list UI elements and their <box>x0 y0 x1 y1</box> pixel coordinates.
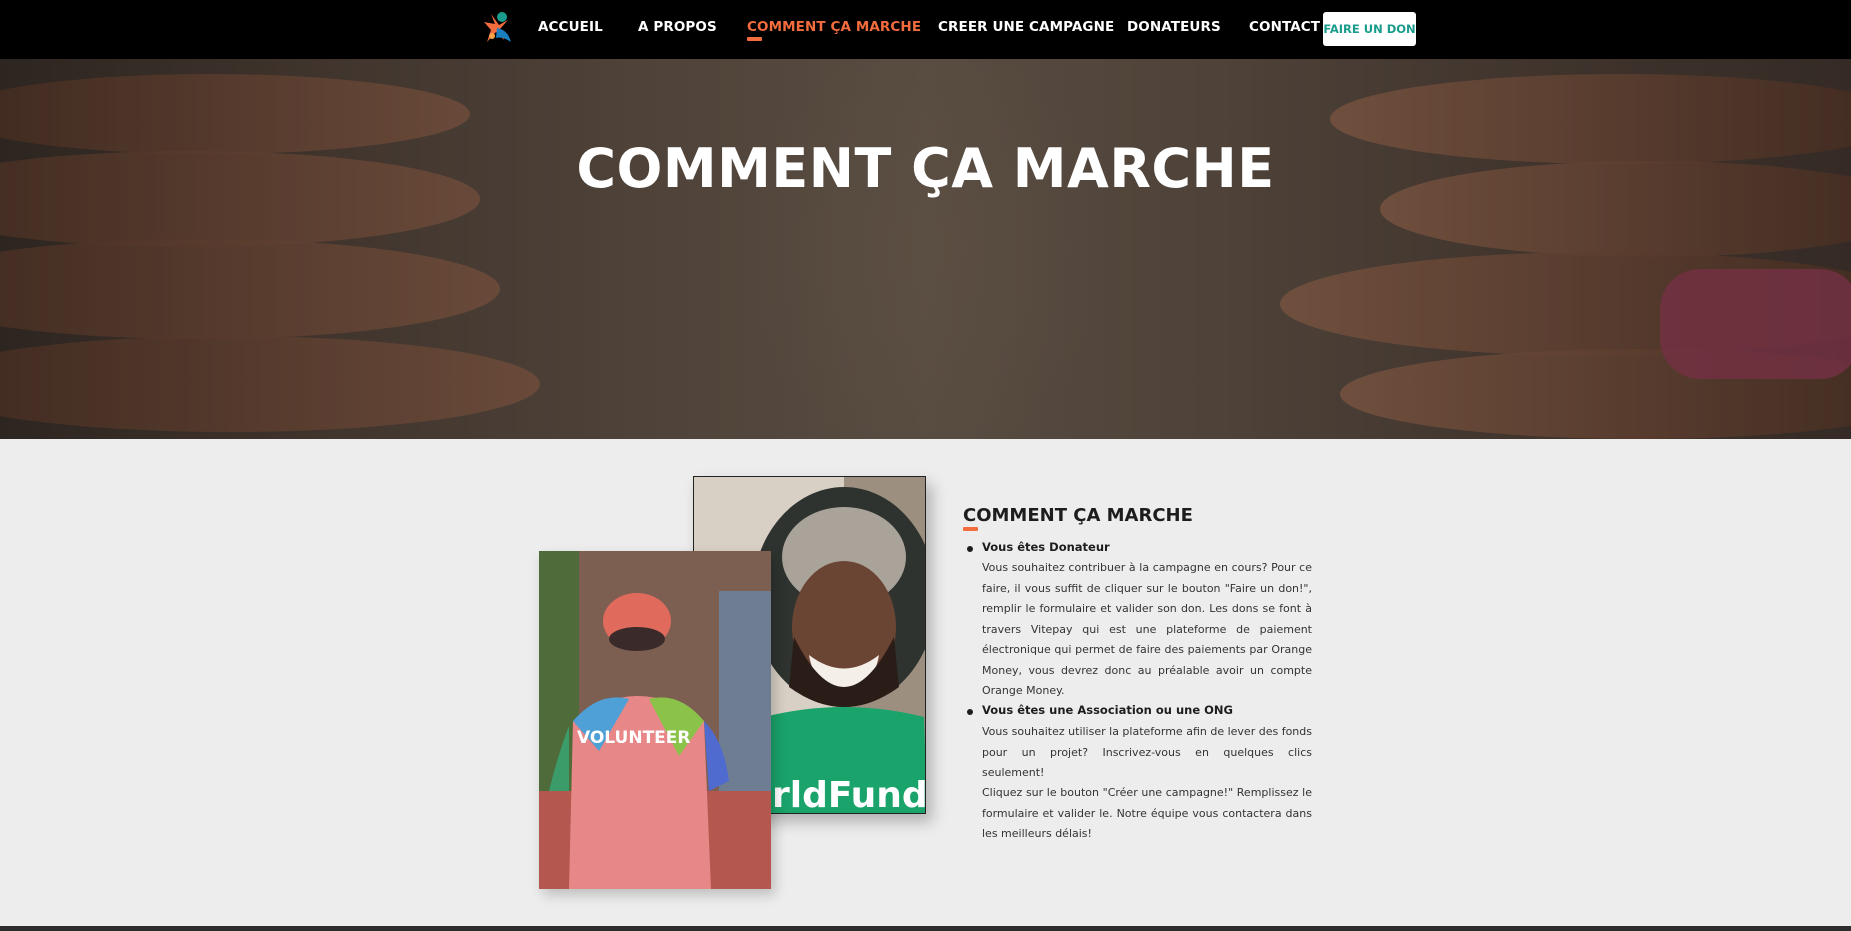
nav-item-a-propos[interactable]: A PROPOS <box>638 19 717 35</box>
faire-un-don-button[interactable]: FAIRE UN DON <box>1323 12 1416 46</box>
photo-volunteer: VOLUNTEER <box>539 551 771 889</box>
nav-item-donateurs[interactable]: DONATEURS <box>1127 19 1221 35</box>
front-photo-shirt-text: VOLUNTEER <box>577 728 690 748</box>
hero-overlay <box>0 59 1851 439</box>
association-text-2: Cliquez sur le bouton "Créer une campagn… <box>982 786 1312 840</box>
section-title-underline <box>963 527 978 531</box>
logo-icon[interactable] <box>478 8 518 50</box>
nav-item-comment-ca-marche[interactable]: COMMENT ÇA MARCHE <box>747 19 921 35</box>
association-text: Vous souhaitez utiliser la plateforme af… <box>982 725 1312 779</box>
top-navbar: ACCUEIL A PROPOS COMMENT ÇA MARCHE CREER… <box>0 0 1851 59</box>
footer-edge <box>0 926 1851 931</box>
nav-item-accueil[interactable]: ACCUEIL <box>538 19 603 35</box>
hero-title: COMMENT ÇA MARCHE <box>576 137 1275 200</box>
section-title: COMMENT ÇA MARCHE <box>963 505 1193 526</box>
donateur-heading: Vous êtes Donateur <box>982 540 1110 554</box>
hero-banner: COMMENT ÇA MARCHE <box>0 59 1851 439</box>
active-indicator <box>747 37 762 41</box>
association-heading: Vous êtes une Association ou une ONG <box>982 703 1233 717</box>
nav-item-contact[interactable]: CONTACT <box>1249 19 1320 35</box>
back-photo-shirt-text: rldFund <box>772 775 926 814</box>
nav-item-creer-une-campagne[interactable]: CREER UNE CAMPAGNE <box>938 19 1114 35</box>
donateur-text: Vous souhaitez contribuer à la campagne … <box>982 561 1312 697</box>
list-bullet <box>967 546 973 552</box>
list-bullet <box>967 709 973 715</box>
